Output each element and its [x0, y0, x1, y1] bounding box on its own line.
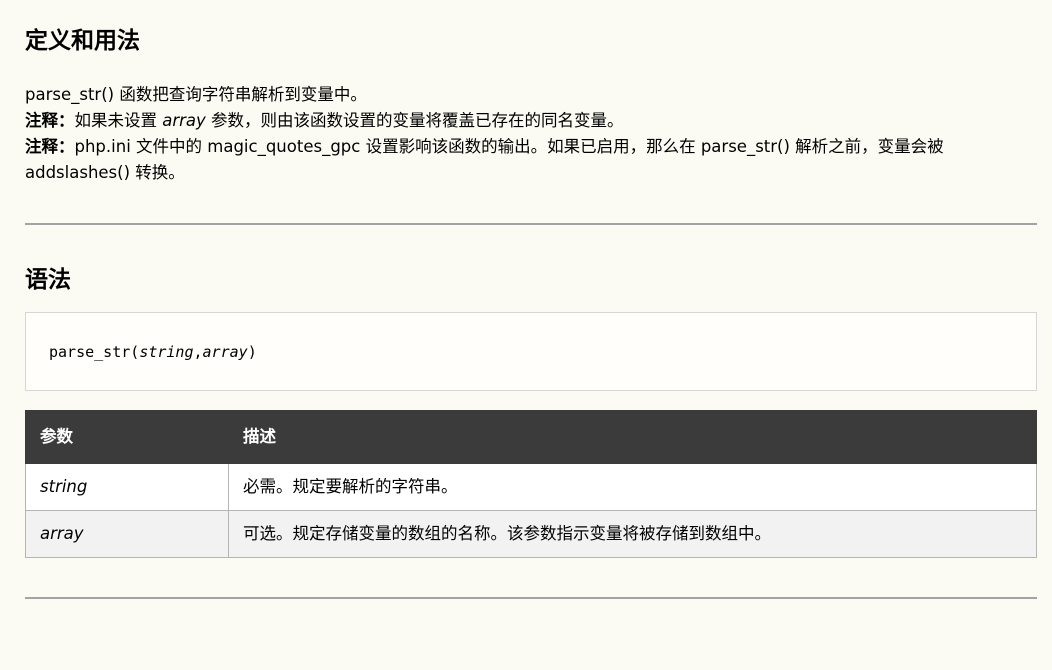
- table-row: string 必需。规定要解析的字符串。: [26, 464, 1037, 511]
- parameters-table-body: string 必需。规定要解析的字符串。 array 可选。规定存储变量的数组的…: [26, 464, 1037, 558]
- code-separator: ,: [194, 343, 203, 361]
- table-row: array 可选。规定存储变量的数组的名称。该参数指示变量将被存储到数组中。: [26, 511, 1037, 558]
- param-cell: array: [26, 511, 229, 558]
- desc-cell: 可选。规定存储变量的数组的名称。该参数指示变量将被存储到数组中。: [229, 511, 1037, 558]
- code-close: ): [248, 343, 257, 361]
- parameters-table: 参数 描述 string 必需。规定要解析的字符串。 array 可选。规定存储…: [25, 410, 1037, 558]
- note1-param-array: array: [162, 111, 206, 130]
- note-label: 注释：: [25, 111, 75, 130]
- param-cell: string: [26, 464, 229, 511]
- syntax-code-box: parse_str(string,array): [25, 312, 1037, 391]
- note-paragraph-2: 注释：php.ini 文件中的 magic_quotes_gpc 设置影响该函数…: [25, 134, 1037, 186]
- note-paragraph-1: 注释：如果未设置 array 参数，则由该函数设置的变量将覆盖已存在的同名变量。: [25, 108, 1037, 134]
- definition-heading: 定义和用法: [25, 0, 1037, 56]
- intro-paragraph: parse_str() 函数把查询字符串解析到变量中。: [25, 82, 1037, 108]
- note2-text: php.ini 文件中的 magic_quotes_gpc 设置影响该函数的输出…: [25, 137, 944, 182]
- desc-cell: 必需。规定要解析的字符串。: [229, 464, 1037, 511]
- doc-content: 定义和用法 parse_str() 函数把查询字符串解析到变量中。 注释：如果未…: [0, 0, 1052, 599]
- note-label: 注释：: [25, 137, 75, 156]
- section-divider: [25, 223, 1037, 225]
- note1-text-post: 参数，则由该函数设置的变量将覆盖已存在的同名变量。: [206, 111, 624, 130]
- table-header-param: 参数: [26, 411, 229, 464]
- table-header-row: 参数 描述: [26, 411, 1037, 464]
- code-param-string: string: [139, 343, 193, 361]
- intro-text: parse_str() 函数把查询字符串解析到变量中。: [25, 85, 367, 104]
- code-param-array: array: [203, 343, 248, 361]
- table-header-desc: 描述: [229, 411, 1037, 464]
- note1-text-pre: 如果未设置: [75, 111, 163, 130]
- bottom-divider: [25, 597, 1037, 599]
- code-fn-open: parse_str(: [49, 343, 139, 361]
- syntax-code: parse_str(string,array): [49, 343, 257, 361]
- syntax-heading: 语法: [25, 265, 1037, 295]
- parameters-table-head: 参数 描述: [26, 411, 1037, 464]
